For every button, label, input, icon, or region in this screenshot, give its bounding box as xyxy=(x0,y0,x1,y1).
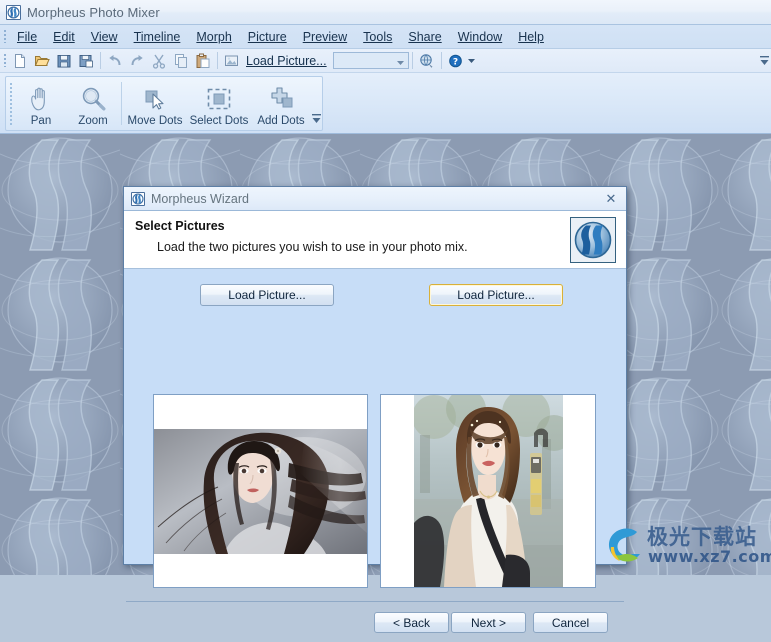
move-dots-icon xyxy=(140,82,170,115)
save-as-icon[interactable] xyxy=(75,50,97,71)
tools-toolbar: Pan Zoom Move Dots Select Dots Add Dots xyxy=(0,73,771,134)
tool-add-dots-button[interactable]: Add Dots xyxy=(252,77,310,130)
dialog-app-icon xyxy=(131,191,145,206)
application-window: Morpheus Photo Mixer File Edit View Time… xyxy=(0,0,771,633)
load-picture-icon[interactable] xyxy=(221,50,243,71)
menu-bar: File Edit View Timeline Morph Picture Pr… xyxy=(0,25,771,49)
dialog-title: Morpheus Wizard xyxy=(151,191,249,206)
menu-file[interactable]: File xyxy=(9,27,45,47)
menu-preview[interactable]: Preview xyxy=(295,27,355,47)
hand-icon xyxy=(26,82,56,115)
dialog-titlebar: Morpheus Wizard ✕ xyxy=(124,187,626,211)
tool-move-dots-label: Move Dots xyxy=(127,115,183,127)
preview-left[interactable] xyxy=(153,394,368,588)
copy-icon[interactable] xyxy=(170,50,192,71)
publish-icon[interactable] xyxy=(416,50,438,71)
background-tile xyxy=(720,254,771,374)
background-tile xyxy=(0,494,120,575)
toolbar-load-picture-label[interactable]: Load Picture... xyxy=(243,54,330,68)
tools-toolbar-grip[interactable] xyxy=(6,77,15,130)
standard-toolbar: Load Picture... ? xyxy=(0,49,771,73)
toolbar-separator xyxy=(100,52,101,69)
background-tile xyxy=(720,374,771,494)
select-dots-icon xyxy=(204,82,234,115)
help-icon[interactable]: ? xyxy=(445,50,467,71)
morpheus-logo-icon xyxy=(570,217,616,263)
next-button[interactable]: Next > xyxy=(451,612,526,633)
preview-right-image xyxy=(413,395,563,587)
open-icon[interactable] xyxy=(31,50,53,71)
tool-select-dots-label: Select Dots xyxy=(189,115,249,127)
window-title: Morpheus Photo Mixer xyxy=(27,4,160,20)
background-tile xyxy=(0,254,120,374)
menu-share[interactable]: Share xyxy=(400,27,449,47)
tool-select-dots-button[interactable]: Select Dots xyxy=(186,77,252,130)
add-dots-icon xyxy=(266,82,296,115)
new-icon[interactable] xyxy=(9,50,31,71)
svg-text:?: ? xyxy=(452,57,457,67)
tools-separator xyxy=(121,82,122,125)
preview-right[interactable] xyxy=(380,394,596,588)
background-tile xyxy=(720,134,771,254)
toolbar-combobox[interactable] xyxy=(332,52,409,69)
background-tile xyxy=(0,134,120,254)
toolbar-overflow-icon[interactable] xyxy=(758,49,771,73)
back-button[interactable]: < Back xyxy=(374,612,449,633)
toolbar-separator-4 xyxy=(440,52,442,69)
tool-pan-button[interactable]: Pan xyxy=(15,77,67,130)
cut-icon[interactable] xyxy=(148,50,170,71)
background-tile xyxy=(720,494,771,575)
toolbar-separator-3 xyxy=(411,52,413,69)
tool-move-dots-button[interactable]: Move Dots xyxy=(124,77,186,130)
menu-window[interactable]: Window xyxy=(450,27,510,47)
tool-zoom-label: Zoom xyxy=(78,115,108,127)
help-dropdown-icon[interactable] xyxy=(467,50,477,71)
toolbar-separator-2 xyxy=(217,52,218,69)
tool-add-dots-label: Add Dots xyxy=(257,115,305,127)
tool-pan-label: Pan xyxy=(30,115,52,127)
cancel-button[interactable]: Cancel xyxy=(533,612,608,633)
preview-left-image xyxy=(154,428,367,554)
window-titlebar: Morpheus Photo Mixer xyxy=(0,0,771,25)
menu-help[interactable]: Help xyxy=(510,27,552,47)
menu-edit[interactable]: Edit xyxy=(45,27,83,47)
menu-morph[interactable]: Morph xyxy=(188,27,239,47)
paste-icon[interactable] xyxy=(192,50,214,71)
save-icon[interactable] xyxy=(53,50,75,71)
dialog-header-title: Select Pictures xyxy=(135,219,225,233)
toolbar-grip[interactable] xyxy=(0,49,9,73)
chevron-down-icon xyxy=(396,54,404,68)
redo-icon[interactable] xyxy=(126,50,148,71)
background-tile xyxy=(0,374,120,494)
menu-timeline[interactable]: Timeline xyxy=(126,27,189,47)
tools-toolbar-group: Pan Zoom Move Dots Select Dots Add Dots xyxy=(5,76,323,131)
undo-icon[interactable] xyxy=(104,50,126,71)
dialog-body: Load Picture... Load Picture... < Back N… xyxy=(124,269,626,633)
close-icon[interactable]: ✕ xyxy=(600,190,622,208)
menubar-grip[interactable] xyxy=(0,25,9,49)
dialog-header: Select Pictures Load the two pictures yo… xyxy=(124,211,626,269)
tools-overflow-icon[interactable] xyxy=(310,77,322,130)
dialog-footer-separator xyxy=(126,601,624,602)
dialog-footer: < Back Next > Cancel xyxy=(124,612,626,642)
app-icon xyxy=(6,4,21,20)
menu-view[interactable]: View xyxy=(83,27,126,47)
menu-tools[interactable]: Tools xyxy=(355,27,400,47)
tool-zoom-button[interactable]: Zoom xyxy=(67,77,119,130)
morpheus-wizard-dialog: Morpheus Wizard ✕ Select Pictures Load t… xyxy=(123,186,627,633)
dialog-header-subtitle: Load the two pictures you wish to use in… xyxy=(157,240,468,254)
magnifier-icon xyxy=(78,82,108,115)
load-picture-left-button[interactable]: Load Picture... xyxy=(200,284,334,306)
menu-picture[interactable]: Picture xyxy=(240,27,295,47)
load-picture-right-button[interactable]: Load Picture... xyxy=(429,284,563,306)
load-buttons-row: Load Picture... Load Picture... xyxy=(124,269,626,313)
